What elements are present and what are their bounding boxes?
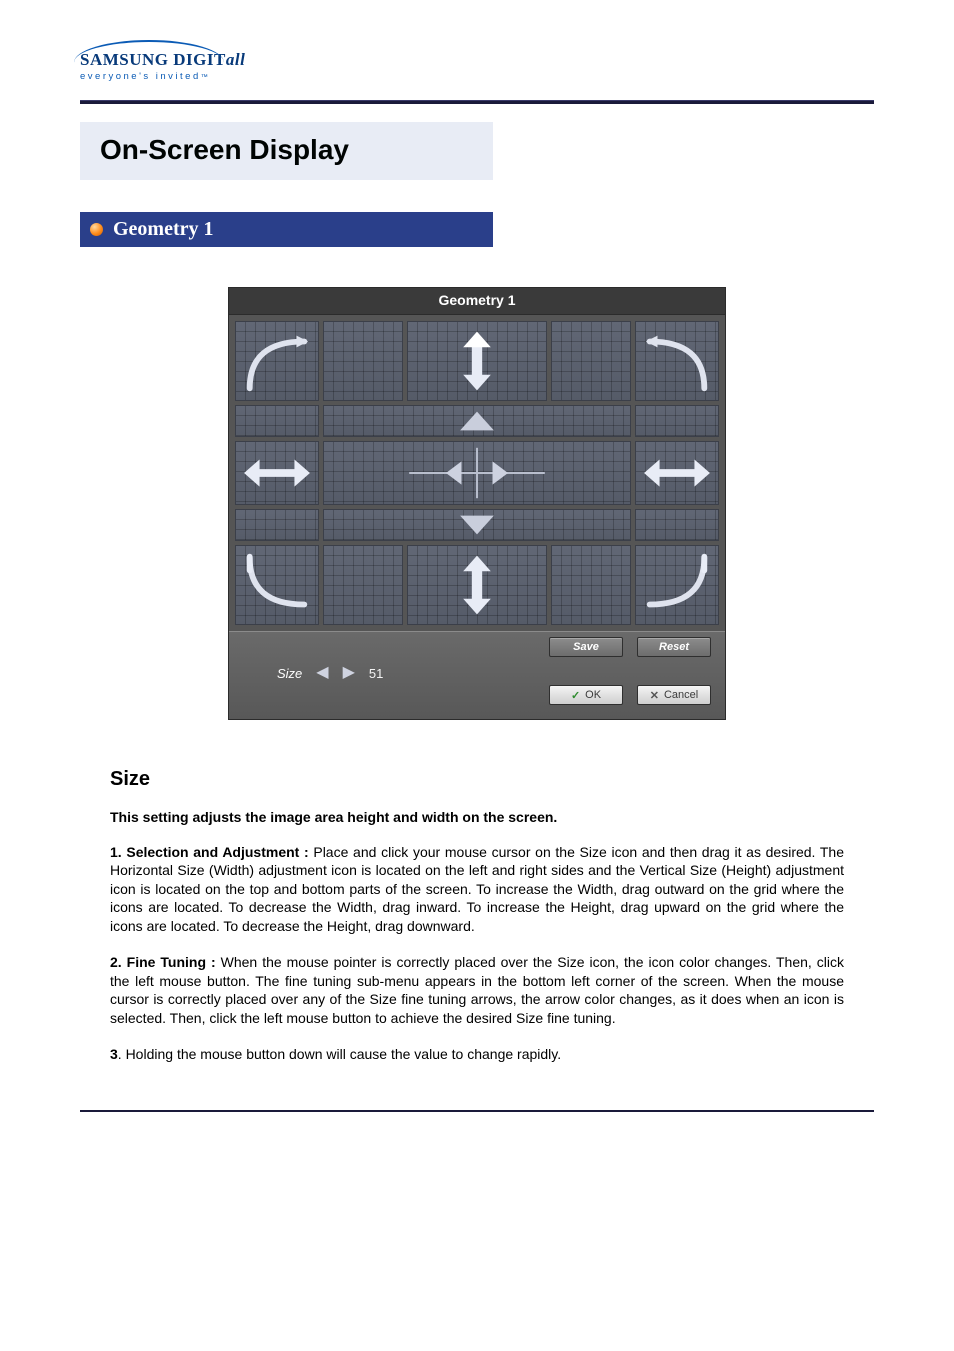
- blank-tile: [235, 509, 319, 541]
- osd-control-bar: Save Reset Size ◀ ▶ 51 ✓OK ✕Cancel: [229, 631, 725, 719]
- brand-logo: SAMSUNG DIGITall everyone's invited™: [80, 50, 874, 82]
- pincushion-tl-tile[interactable]: [235, 321, 319, 401]
- close-icon: ✕: [650, 689, 659, 702]
- hsize-right-arrow-icon: [636, 442, 718, 504]
- osd-geometry-grid: [229, 315, 725, 631]
- section-header: Geometry 1: [80, 212, 493, 247]
- blank-tile: [551, 545, 631, 625]
- blank-tile: [635, 405, 719, 437]
- pincushion-tr-tile[interactable]: [635, 321, 719, 401]
- p2-body: When the mouse pointer is correctly plac…: [110, 954, 844, 1025]
- vsize-down-tile[interactable]: [407, 545, 547, 625]
- triangle-down-icon: [324, 510, 630, 540]
- cancel-button[interactable]: ✕Cancel: [637, 685, 711, 705]
- vsize-up-tile[interactable]: [407, 321, 547, 401]
- vsize-arrow-icon: [408, 322, 546, 400]
- center-up-tile[interactable]: [323, 405, 631, 437]
- hsize-left-tile[interactable]: [235, 441, 319, 505]
- blank-tile: [323, 321, 403, 401]
- blank-tile: [235, 405, 319, 437]
- p3-label: 3: [110, 1046, 118, 1062]
- increase-arrow-icon[interactable]: ▶: [343, 665, 355, 681]
- trademark-symbol: ™: [201, 74, 211, 81]
- center-cross-icon: [324, 442, 630, 504]
- brand-name: SAMSUNG DIGITall: [80, 50, 874, 70]
- center-down-tile[interactable]: [323, 509, 631, 541]
- section-title: Geometry 1: [113, 218, 214, 241]
- brand-name-suffix: all: [226, 50, 245, 69]
- osd-screenshot: Geometry 1: [80, 287, 874, 720]
- save-button[interactable]: Save: [549, 637, 623, 657]
- blank-tile: [323, 545, 403, 625]
- p2-label: 2. Fine Tuning :: [110, 954, 216, 970]
- page-title: On-Screen Display: [100, 134, 473, 166]
- osd-panel: Geometry 1: [228, 287, 726, 720]
- fine-tuning-bar: Size ◀ ▶ 51: [237, 665, 717, 681]
- bullet-icon: [90, 223, 103, 236]
- osd-title: Geometry 1: [229, 288, 725, 315]
- blank-tile: [551, 321, 631, 401]
- p1-label: 1. Selection and Adjustment :: [110, 844, 309, 860]
- hsize-left-arrow-icon: [236, 442, 318, 504]
- brand-tagline: everyone's invited™: [80, 71, 874, 82]
- paragraph-1: 1. Selection and Adjustment : Place and …: [110, 843, 844, 935]
- header-divider: [80, 100, 874, 104]
- paragraph-3: 3. Holding the mouse button down will ca…: [110, 1045, 844, 1063]
- pincushion-bl-tile[interactable]: [235, 545, 319, 625]
- pincushion-br-tile[interactable]: [635, 545, 719, 625]
- reset-button[interactable]: Reset: [637, 637, 711, 657]
- p3-body: . Holding the mouse button down will cau…: [118, 1046, 561, 1062]
- ok-button[interactable]: ✓OK: [549, 685, 623, 705]
- center-cross-tile[interactable]: [323, 441, 631, 505]
- pincushion-tr-icon: [636, 322, 718, 400]
- pincushion-bl-icon: [236, 546, 318, 624]
- footer-divider: [80, 1110, 874, 1112]
- decrease-arrow-icon[interactable]: ◀: [316, 665, 328, 681]
- pincushion-tl-icon: [236, 322, 318, 400]
- page-title-band: On-Screen Display: [80, 122, 493, 180]
- triangle-up-icon: [324, 406, 630, 436]
- lead-text: This setting adjusts the image area heig…: [110, 809, 844, 825]
- blank-tile: [635, 509, 719, 541]
- hsize-right-tile[interactable]: [635, 441, 719, 505]
- pincushion-br-icon: [636, 546, 718, 624]
- subsection-heading: Size: [110, 768, 844, 791]
- param-value: 51: [369, 666, 383, 681]
- vsize-arrow-down-icon: [408, 546, 546, 624]
- check-icon: ✓: [571, 689, 580, 702]
- content-body: Size This setting adjusts the image area…: [80, 768, 874, 1064]
- paragraph-2: 2. Fine Tuning : When the mouse pointer …: [110, 953, 844, 1027]
- brand-name-prefix: SAMSUNG DIGIT: [80, 50, 226, 69]
- param-label: Size: [277, 666, 302, 681]
